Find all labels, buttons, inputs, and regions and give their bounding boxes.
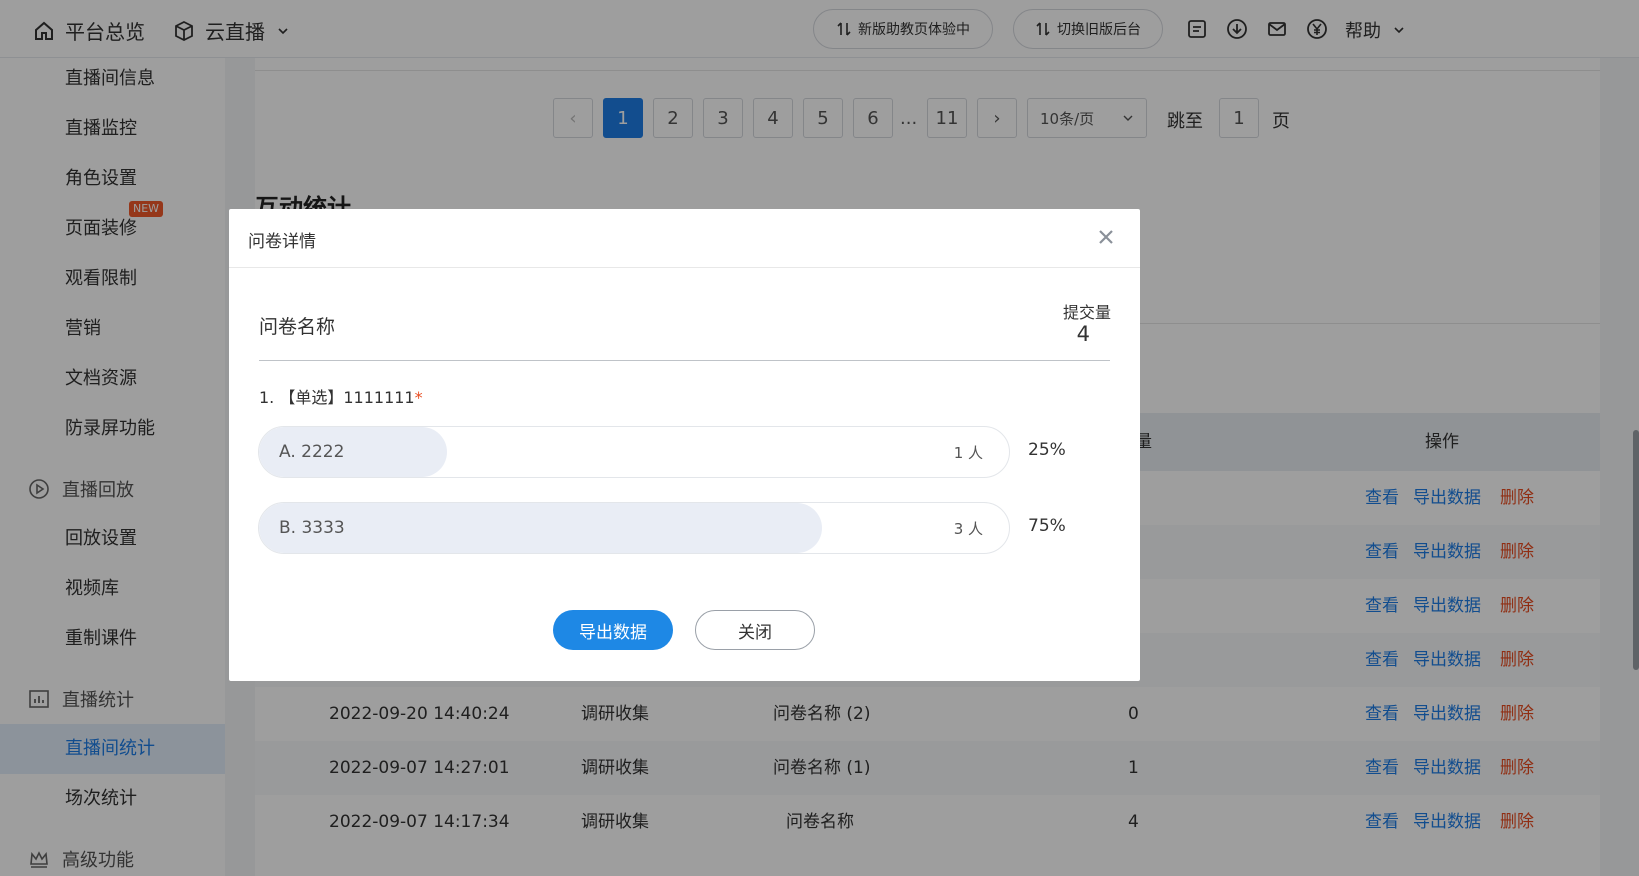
- option-percent: 25%: [1028, 440, 1066, 460]
- modal-header: 问卷详情: [229, 209, 1140, 268]
- close-button[interactable]: 关闭: [695, 610, 815, 650]
- option-percent: 75%: [1028, 516, 1066, 536]
- survey-detail-modal: 问卷详情 问卷名称 提交量 4 1. 【单选】1111111* A. 2222 …: [229, 209, 1140, 681]
- option-label: B. 3333: [279, 518, 345, 538]
- export-data-button[interactable]: 导出数据: [553, 610, 673, 650]
- required-mark: *: [414, 388, 423, 407]
- modal-title: 问卷详情: [248, 232, 316, 252]
- option-bar: A. 2222 1 人: [258, 426, 1010, 478]
- option-label: A. 2222: [279, 442, 345, 462]
- survey-name: 问卷名称: [259, 316, 336, 338]
- option-count: 1 人: [953, 444, 983, 462]
- option-bar: B. 3333 3 人: [258, 502, 1010, 554]
- question-text: 1. 【单选】1111111: [259, 388, 415, 407]
- divider: [259, 360, 1110, 361]
- submit-count-value: 4: [1076, 322, 1090, 346]
- submit-count-label: 提交量: [1062, 303, 1111, 322]
- app-root: 平台总览 云直播 新版助教页体验中 切换旧版后台 帮助 直播间信息 直播监控 角…: [0, 0, 1639, 876]
- option-count: 3 人: [953, 520, 983, 538]
- question-title: 1. 【单选】1111111*: [259, 384, 423, 408]
- close-icon[interactable]: [1094, 225, 1118, 249]
